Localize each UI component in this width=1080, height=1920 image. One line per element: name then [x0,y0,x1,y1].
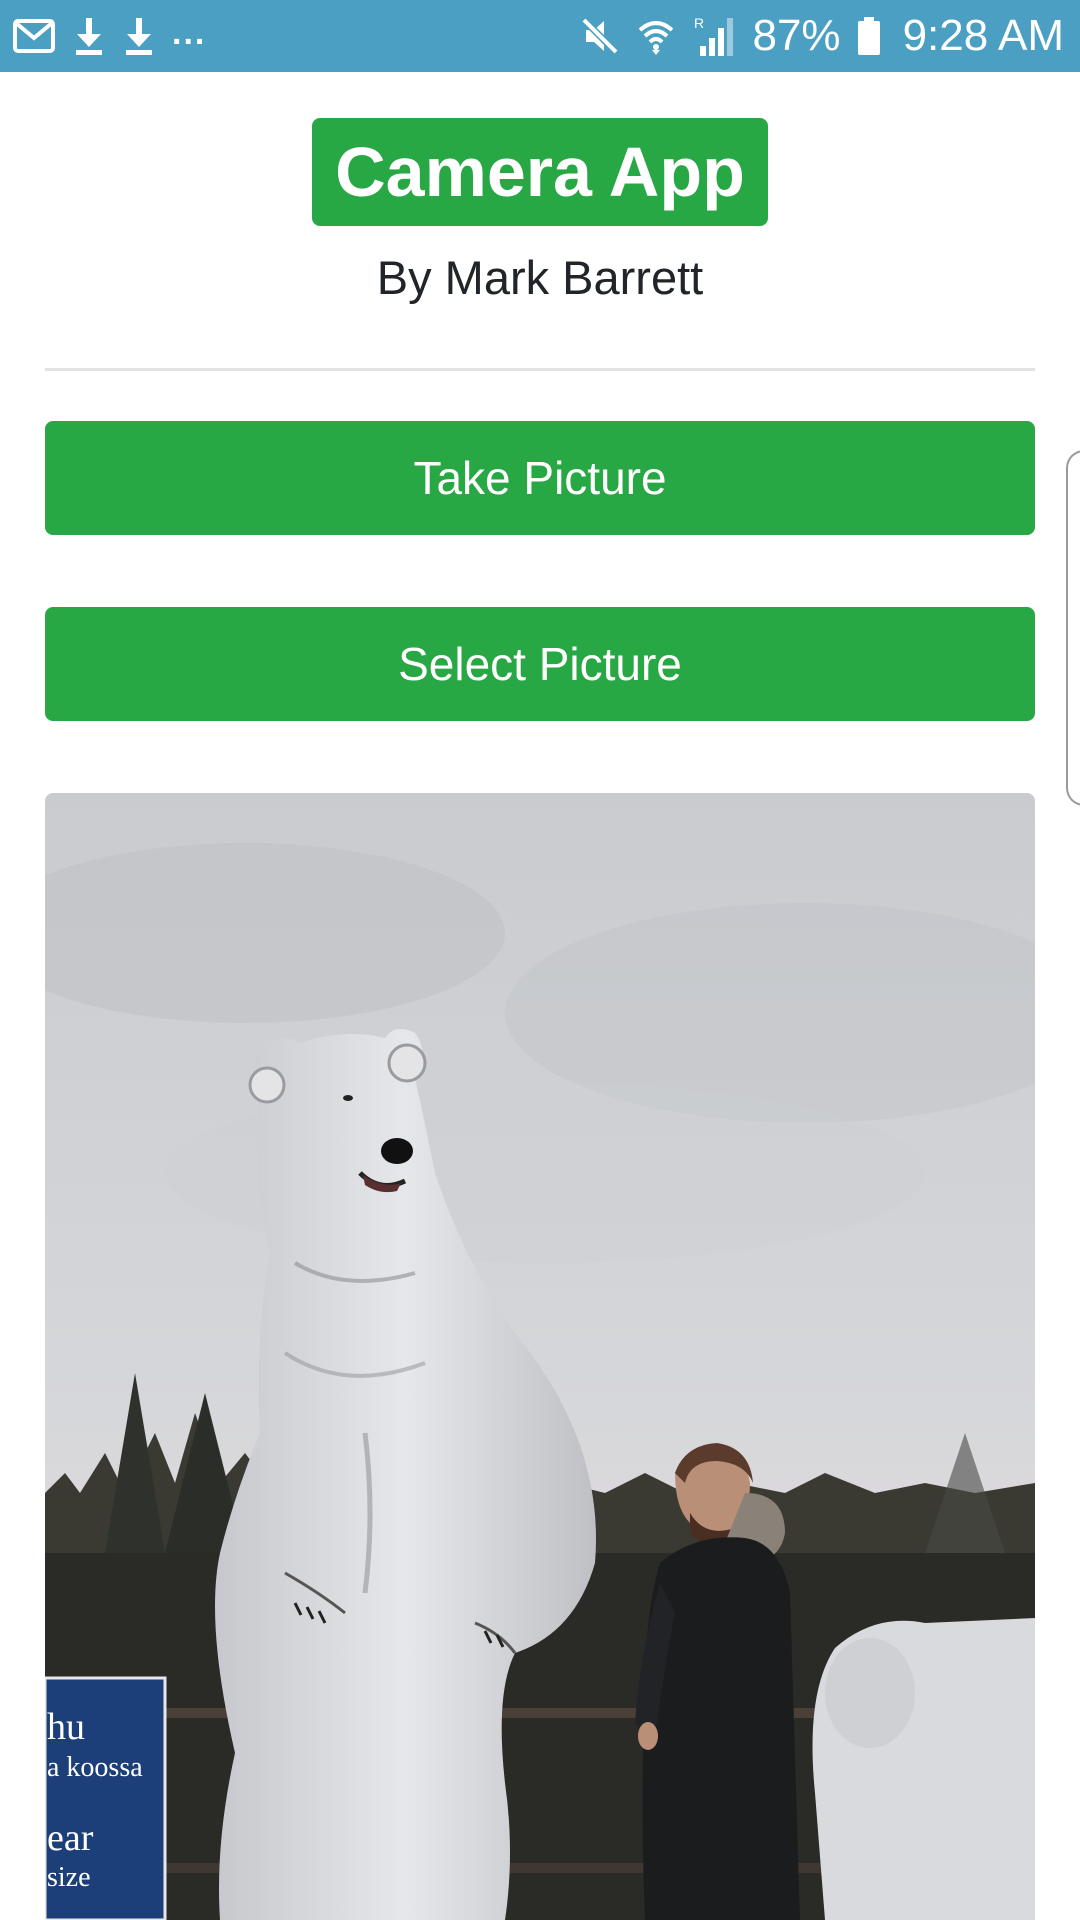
wifi-icon [636,16,676,56]
author-byline: By Mark Barrett [376,251,704,304]
take-picture-button[interactable]: Take Picture [45,421,1035,535]
sign-text: hu [47,1706,85,1748]
edge-panel-handle[interactable] [1066,450,1080,806]
roaming-label: R [694,15,704,31]
status-bar: ... R 87% 9:28 AM [0,0,1080,72]
more-notifications-icon: ... [172,13,207,52]
system-icons: R 87% 9:28 AM [580,11,1064,61]
captured-photo: hu a koossa ear size [45,793,1035,1920]
sign-text: a koossa [47,1752,143,1783]
app-title: Camera App [312,118,768,226]
divider [45,368,1035,371]
battery-icon [857,16,881,56]
download-icon [122,16,156,56]
clock: 9:28 AM [902,11,1064,60]
sign-text: size [47,1862,91,1893]
signal-icon: R [692,14,734,58]
download-icon [72,16,106,56]
battery-percent: 87% [752,11,841,60]
mail-icon [12,18,56,54]
select-picture-button[interactable]: Select Picture [45,607,1035,721]
notification-icons: ... [12,13,207,56]
mute-icon [580,16,620,56]
sign-text: ear [47,1817,94,1859]
